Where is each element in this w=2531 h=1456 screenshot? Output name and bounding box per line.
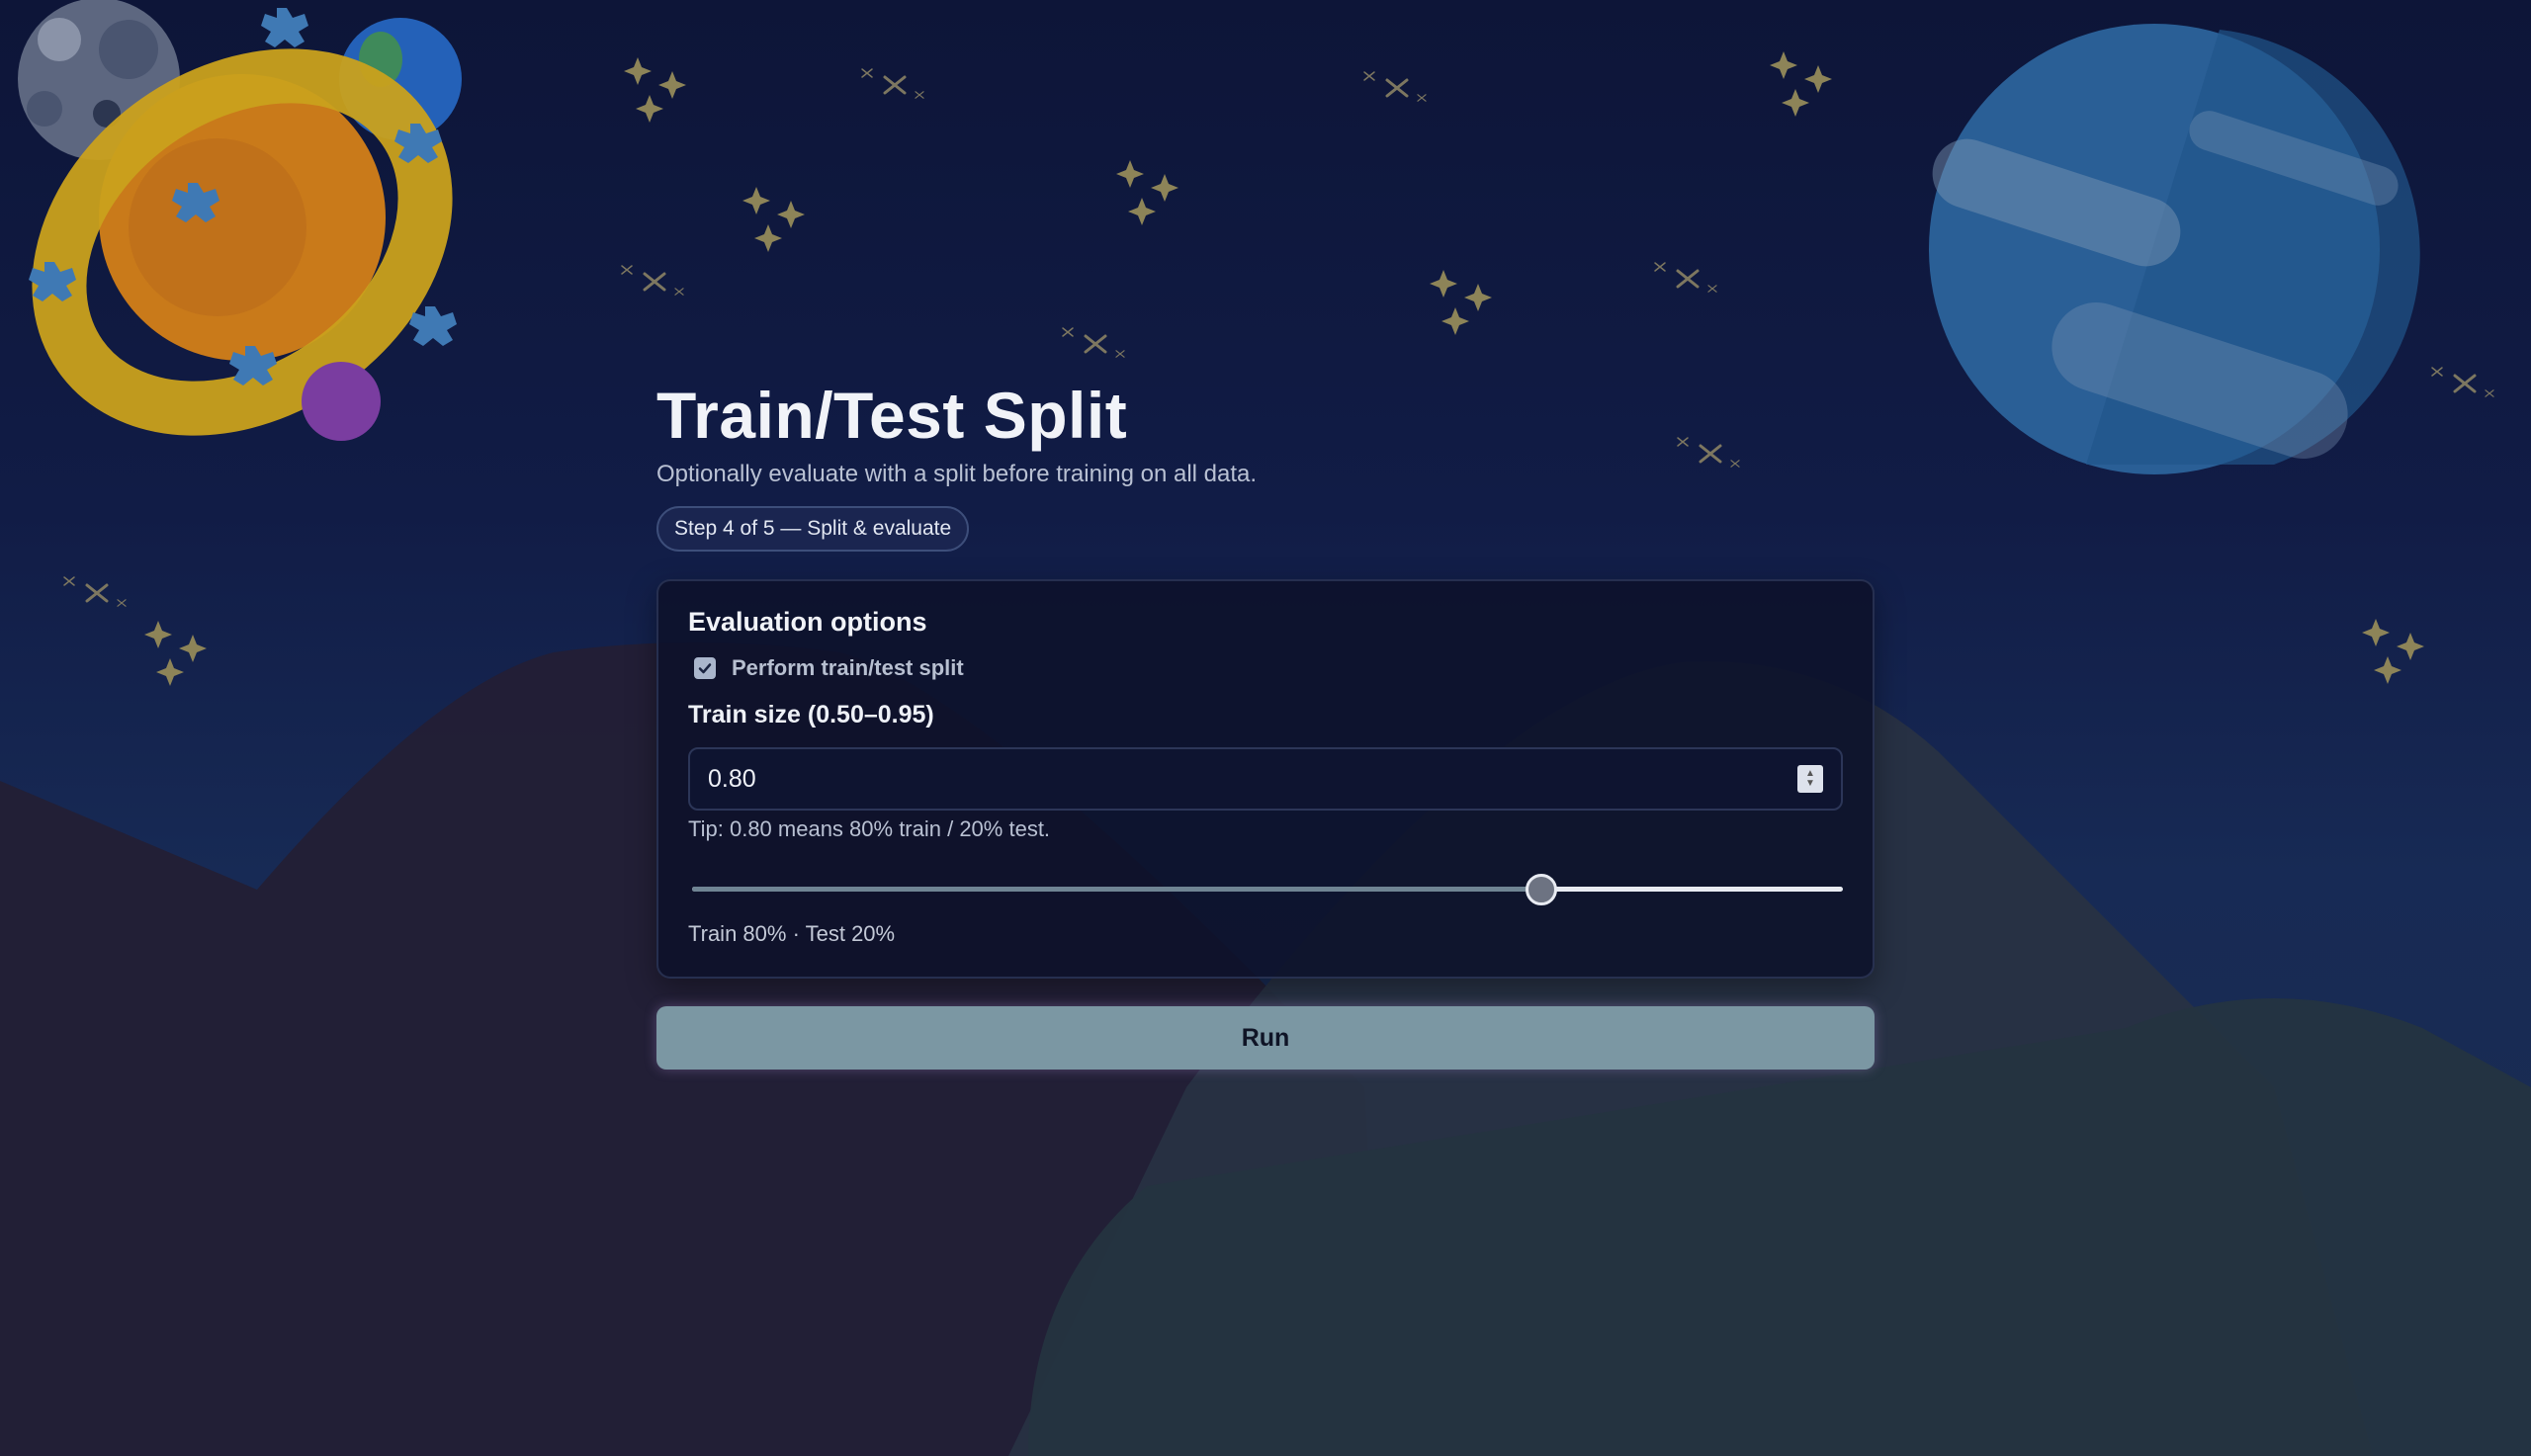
run-button[interactable]: Run	[656, 1006, 1875, 1070]
split-checkbox[interactable]	[694, 657, 716, 679]
split-checkbox-label[interactable]: Perform train/test split	[732, 655, 964, 681]
train-size-input[interactable]: 0.80 ▲ ▼	[688, 747, 1843, 811]
spinner-arrows-icon[interactable]: ▲ ▼	[1797, 765, 1823, 793]
checkmark-icon	[698, 663, 712, 674]
planet-blue-icon	[1929, 24, 2420, 474]
split-summary: Train 80% · Test 20%	[688, 921, 896, 946]
card-title: Evaluation options	[688, 607, 927, 637]
slider-track-fill	[692, 887, 1540, 892]
main-content: Train/Test Split Optionally evaluate wit…	[656, 376, 1875, 1070]
page-title: Train/Test Split	[656, 379, 1128, 452]
slider-thumb[interactable]	[1525, 874, 1557, 905]
evaluation-options-card: Evaluation options Perform train/test sp…	[656, 579, 1875, 979]
purple-planet-icon	[302, 362, 381, 441]
train-size-slider[interactable]	[688, 874, 1843, 905]
train-size-tip: Tip: 0.80 means 80% train / 20% test.	[688, 816, 1051, 841]
split-checkbox-row[interactable]: Perform train/test split	[688, 655, 1843, 681]
page-subtitle: Optionally evaluate with a split before …	[656, 461, 1258, 487]
step-badge: Step 4 of 5 — Split & evaluate	[656, 506, 970, 552]
train-size-label: Train size (0.50–0.95)	[688, 701, 934, 728]
train-size-value[interactable]: 0.80	[708, 765, 756, 794]
